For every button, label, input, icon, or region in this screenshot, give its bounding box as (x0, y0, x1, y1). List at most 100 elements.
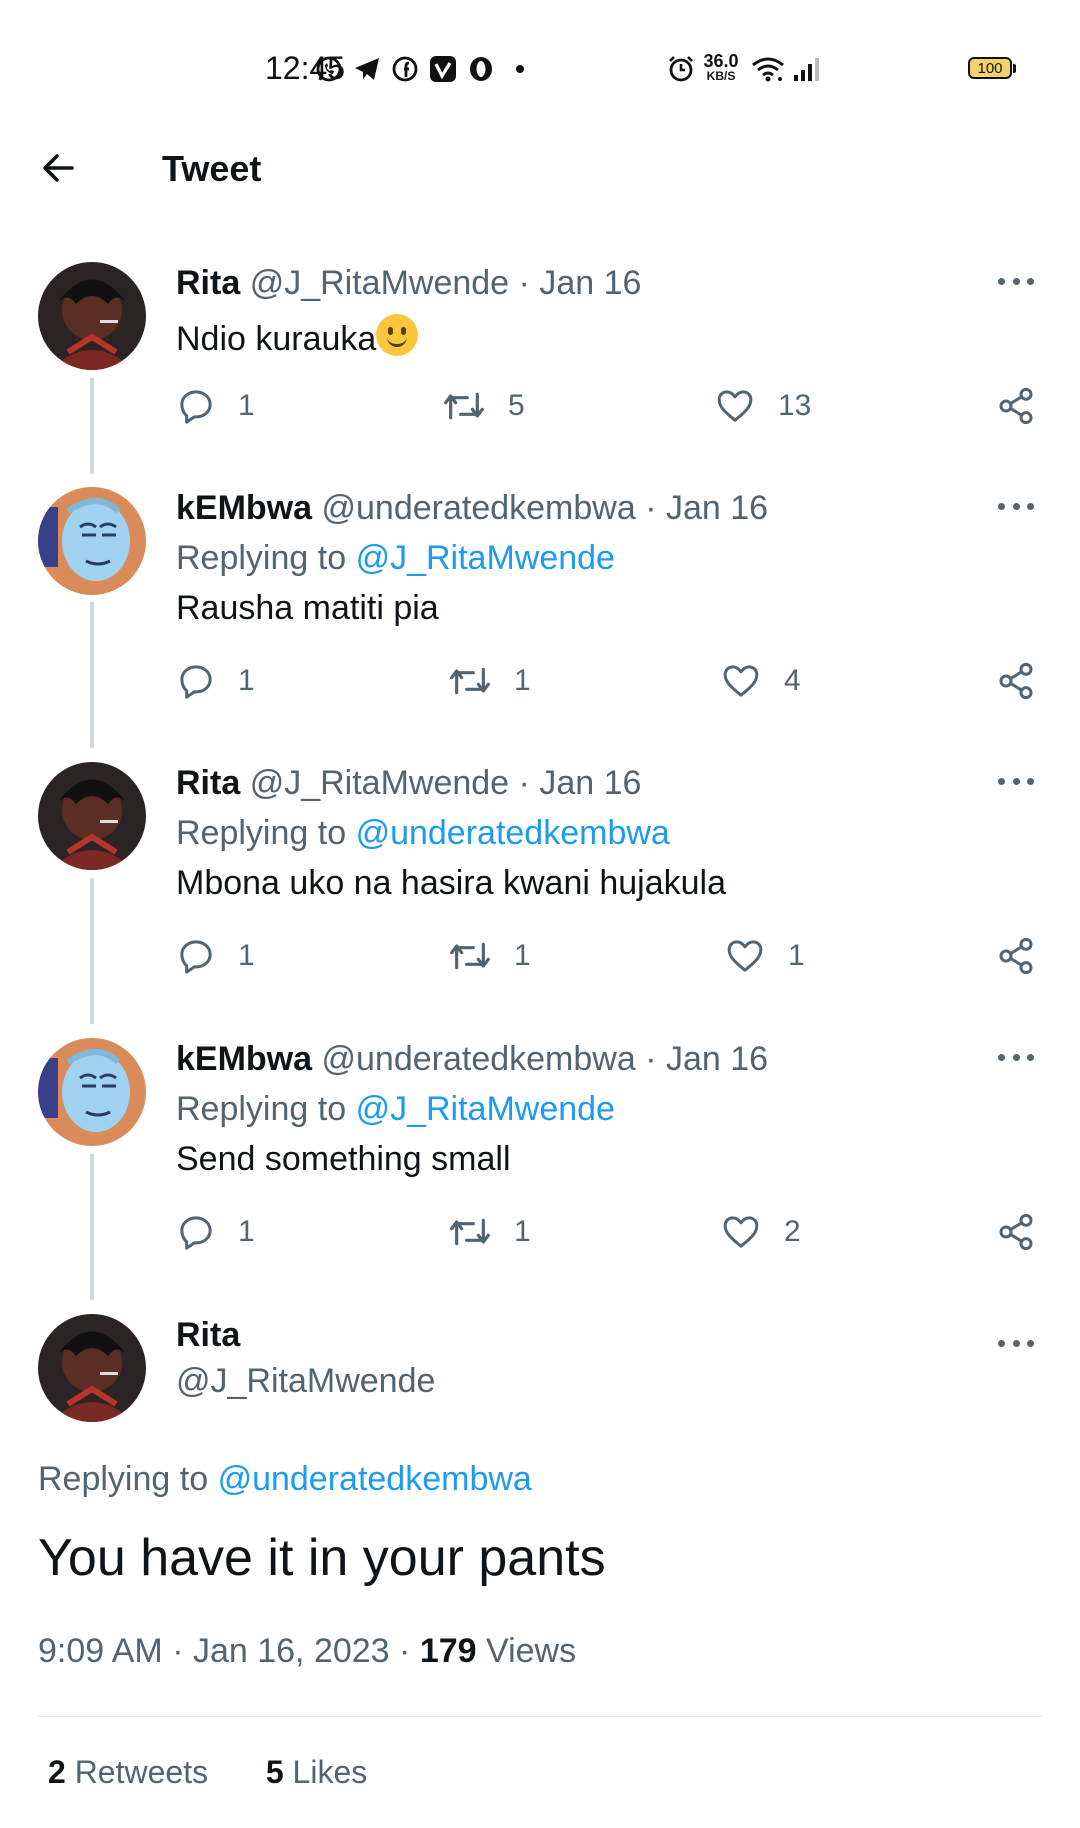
retweet-count: 5 (508, 389, 525, 422)
like-count: 4 (784, 664, 801, 697)
retweet-icon (450, 942, 490, 970)
tweet-header: kEMbwa @underatedkembwa · Jan 16 (176, 489, 768, 528)
reply-icon (180, 665, 212, 699)
author-name[interactable]: kEMbwa (176, 1040, 312, 1078)
reply-count: 1 (238, 939, 255, 972)
replying-to-row: Replying to @J_RitaMwende (176, 1090, 615, 1129)
retweet-count: 1 (514, 939, 531, 972)
avatar[interactable] (38, 262, 146, 370)
like-count: 13 (778, 389, 812, 422)
replying-label: Replying to (176, 1090, 347, 1128)
smile-emoji-icon (376, 314, 419, 356)
reply-count: 1 (238, 389, 255, 422)
avatar[interactable] (38, 487, 146, 595)
author-handle[interactable]: @J_RitaMwende (250, 764, 509, 802)
share-button[interactable] (996, 936, 1036, 976)
more-icon[interactable] (998, 1054, 1034, 1064)
tweet-actions: 1 1 4 (0, 661, 1080, 709)
retweet-icon (450, 1218, 490, 1246)
tweet-time[interactable]: 9:09 AM (38, 1632, 163, 1670)
views-count: 179 (419, 1632, 477, 1670)
more-icon[interactable] (998, 503, 1034, 513)
share-button[interactable] (996, 1212, 1036, 1252)
views-label: Views (486, 1632, 577, 1670)
tweet-text-row: Ndio kurauka (176, 314, 419, 359)
author-name[interactable]: Rita (176, 764, 240, 802)
retweets-stat[interactable]: 2 Retweets (48, 1754, 208, 1790)
tweet-text: Ndio kurauka (176, 320, 377, 358)
retweet-count: 1 (514, 1215, 531, 1248)
heart-icon (723, 665, 759, 697)
author-name[interactable]: kEMbwa (176, 489, 312, 527)
replying-to-row: Replying to @J_RitaMwende (176, 539, 615, 578)
tweet-header: Rita @J_RitaMwende · Jan 16 (176, 264, 641, 303)
retweet-button[interactable]: 1 (448, 1212, 531, 1252)
author-name[interactable]: Rita (176, 264, 240, 302)
more-icon[interactable] (998, 778, 1034, 788)
author-handle[interactable]: @J_RitaMwende (250, 264, 509, 302)
replying-label: Replying to (38, 1460, 209, 1498)
likes-count: 5 (265, 1754, 284, 1790)
alarm-icon (666, 52, 696, 86)
share-icon (999, 387, 1033, 425)
main-tweet-avatar[interactable] (38, 1314, 146, 1422)
avatar[interactable] (38, 762, 146, 870)
like-button[interactable]: 13 (714, 386, 811, 426)
replying-to-link[interactable]: @J_RitaMwende (356, 539, 615, 577)
tweet-actions: 1 5 13 (0, 386, 1080, 434)
like-button[interactable]: 4 (720, 661, 801, 701)
reply-button[interactable]: 1 (176, 386, 255, 426)
like-button[interactable]: 2 (720, 1212, 801, 1252)
author-handle[interactable]: @underatedkembwa (322, 489, 636, 527)
divider (38, 1716, 1042, 1717)
likes-label: Likes (292, 1754, 368, 1790)
tweet-date: · Jan 16 (518, 264, 642, 302)
avatar[interactable] (38, 1038, 146, 1146)
reply-button[interactable]: 1 (176, 1212, 255, 1252)
replying-to-link[interactable]: @underatedkembwa (356, 814, 670, 852)
wifi-icon (750, 52, 786, 86)
share-icon (999, 1213, 1033, 1251)
replying-label: Replying to (176, 539, 347, 577)
main-author-name[interactable]: Rita (176, 1316, 240, 1355)
retweet-button[interactable]: 1 (448, 936, 531, 976)
battery-level: 100 (977, 59, 1003, 77)
tweet-header: Rita @J_RitaMwende · Jan 16 (176, 764, 641, 803)
reply-count: 1 (238, 1215, 255, 1248)
arrow-left-icon[interactable] (38, 146, 82, 190)
signal-icon (790, 52, 824, 86)
reply-button[interactable]: 1 (176, 936, 255, 976)
like-button[interactable]: 1 (724, 936, 805, 976)
author-handle[interactable]: @underatedkembwa (322, 1040, 636, 1078)
main-author-handle[interactable]: @J_RitaMwende (176, 1362, 435, 1401)
tweet-date[interactable]: · Jan 16, 2023 · (172, 1632, 410, 1670)
dot-icon (512, 52, 528, 86)
replying-to-link[interactable]: @underatedkembwa (218, 1460, 532, 1498)
replying-to-link[interactable]: @J_RitaMwende (356, 1090, 615, 1128)
share-button[interactable] (996, 661, 1036, 701)
like-count: 2 (784, 1215, 801, 1248)
tweet-actions: 1 1 1 (0, 936, 1080, 984)
vimeo-icon (428, 52, 458, 86)
page-title: Tweet (162, 148, 262, 189)
share-button[interactable] (996, 386, 1036, 426)
more-icon[interactable] (998, 278, 1034, 288)
retweet-count: 1 (514, 664, 531, 697)
more-icon[interactable] (998, 1340, 1034, 1350)
reply-icon (180, 1216, 212, 1250)
retweet-button[interactable]: 5 (442, 386, 525, 426)
share-icon (999, 662, 1033, 700)
reply-icon (180, 390, 212, 424)
reply-button[interactable]: 1 (176, 661, 255, 701)
retweets-count: 2 (48, 1754, 66, 1790)
tweet-header: kEMbwa @underatedkembwa · Jan 16 (176, 1040, 768, 1079)
main-tweet-text: You have it in your pants (38, 1529, 606, 1587)
heart-icon (717, 390, 753, 422)
facebook-icon (390, 52, 420, 86)
likes-stat[interactable]: 5 Likes (266, 1754, 367, 1790)
tweet-date: · Jan 16 (645, 489, 769, 527)
retweet-button[interactable]: 1 (448, 661, 531, 701)
heart-icon (727, 940, 763, 972)
replying-to-row: Replying to @underatedkembwa (176, 814, 670, 853)
share-icon (999, 937, 1033, 975)
